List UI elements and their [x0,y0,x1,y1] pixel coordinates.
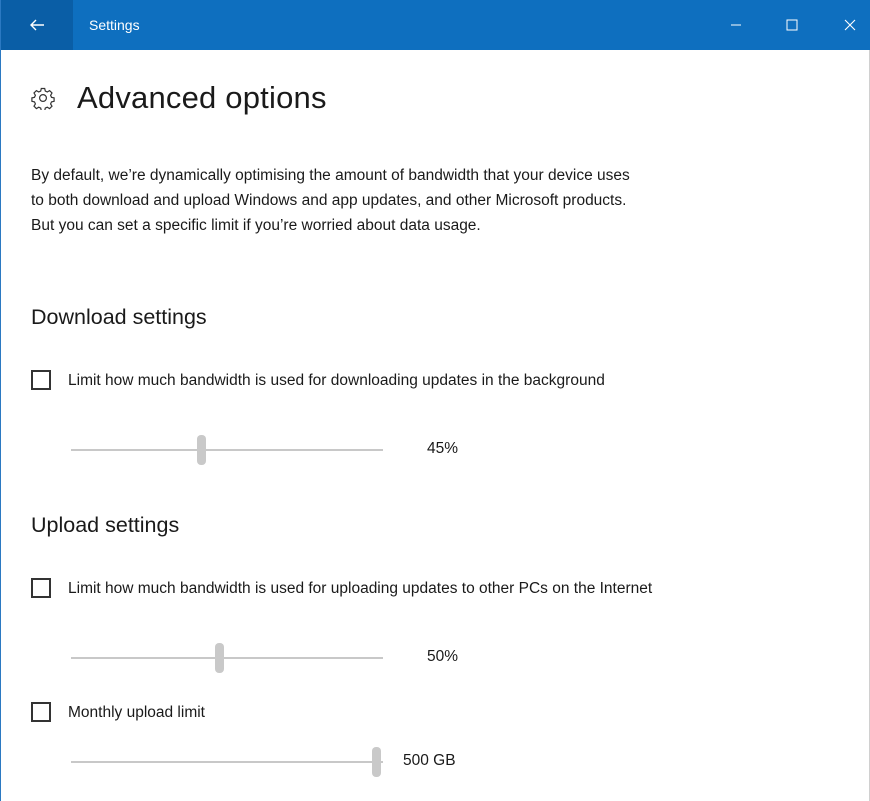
slider-fill [71,449,201,451]
monthly-upload-limit-value: 500 GB [403,752,456,769]
gear-icon [31,87,55,110]
window-title: Settings [89,17,140,33]
upload-limit-checkbox[interactable] [31,578,51,598]
download-settings-heading: Download settings [31,305,207,329]
close-icon [844,19,856,31]
slider-thumb[interactable] [215,643,224,673]
upload-bandwidth-slider[interactable] [71,643,383,673]
download-bandwidth-slider[interactable] [71,435,383,465]
slider-fill [71,657,219,659]
page-title: Advanced options [77,80,327,115]
minimize-button[interactable] [713,0,759,50]
maximize-icon [786,19,798,31]
upload-slider-value: 50% [427,648,459,665]
monthly-upload-limit-checkbox[interactable] [31,702,51,722]
page-description: By default, we’re dynamically optimising… [31,167,630,234]
slider-thumb[interactable] [197,435,206,465]
page-heading: Advanced options [31,80,327,116]
minimize-icon [731,24,741,26]
download-slider-value: 45% [427,440,459,457]
title-bar: Settings [1,0,870,50]
download-limit-checkbox[interactable] [31,370,51,390]
download-limit-row[interactable]: Limit how much bandwidth is used for dow… [31,369,758,393]
upload-limit-row[interactable]: Limit how much bandwidth is used for upl… [31,577,758,601]
maximize-button[interactable] [769,0,815,50]
monthly-upload-limit-slider[interactable] [71,747,383,777]
back-button[interactable] [1,0,73,50]
monthly-upload-limit-label: Monthly upload limit [68,704,205,721]
download-limit-label: Limit how much bandwidth is used for dow… [68,372,605,389]
slider-thumb[interactable] [372,747,381,777]
back-arrow-icon [30,19,44,31]
close-button[interactable] [827,0,870,50]
settings-window: Settings Advanced options By default, we… [0,0,870,801]
slider-fill [71,761,376,763]
upload-settings-heading: Upload settings [31,513,180,537]
monthly-upload-limit-row[interactable]: Monthly upload limit [31,701,758,725]
upload-limit-label: Limit how much bandwidth is used for upl… [68,580,653,597]
